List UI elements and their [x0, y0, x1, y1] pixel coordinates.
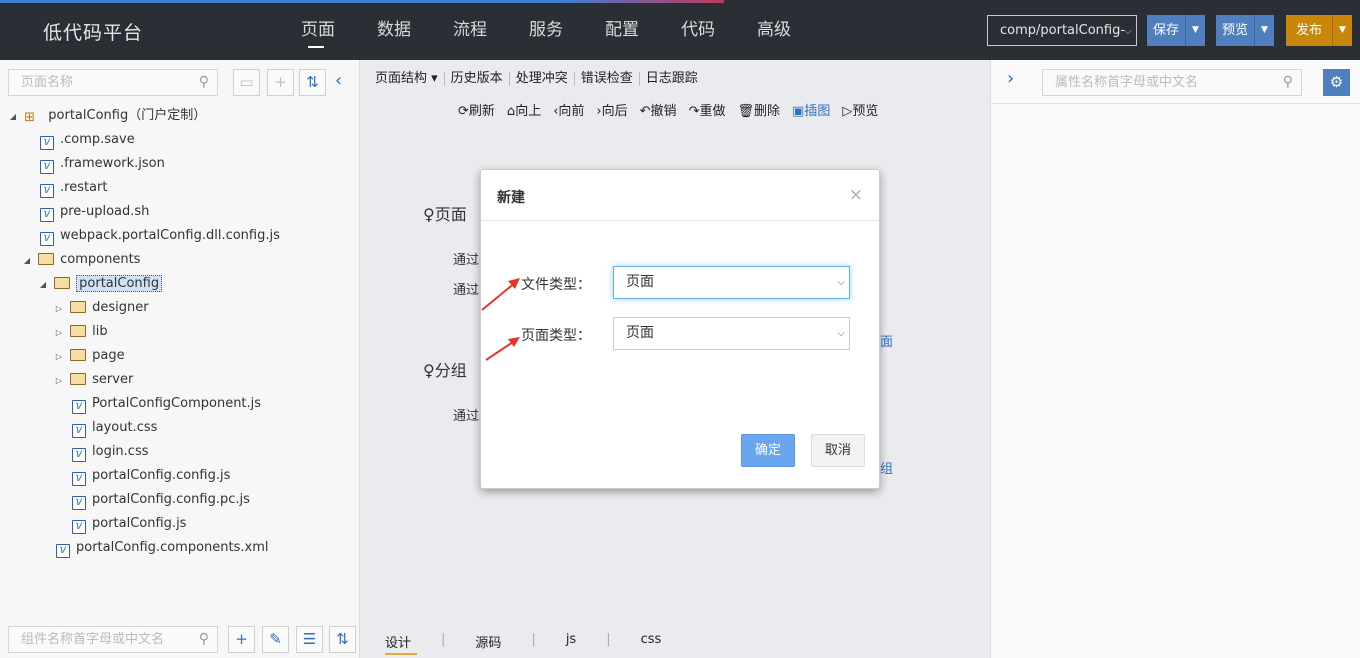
page-type-select[interactable]: 页面 ⌵ — [613, 317, 850, 350]
annotation-arrow-head — [508, 337, 520, 347]
chevron-down-icon: ⌵ — [837, 277, 845, 288]
new-file-dialog: 新建 × 文件类型： 页面 ⌵ 页面类型： 页面 ⌵ 确定 取消 — [480, 169, 880, 489]
page-type-label: 页面类型： — [521, 328, 591, 344]
chevron-down-icon: ⌵ — [837, 328, 845, 339]
file-type-value: 页面 — [626, 274, 654, 290]
close-icon[interactable]: × — [849, 185, 863, 205]
dialog-title: 新建 — [497, 190, 525, 206]
file-type-select[interactable]: 页面 ⌵ — [613, 266, 850, 299]
annotation-arrow — [481, 278, 520, 311]
annotation-arrow — [485, 337, 520, 361]
page-type-value: 页面 — [626, 325, 654, 341]
confirm-button[interactable]: 确定 — [741, 434, 795, 467]
dialog-header: 新建 × — [481, 170, 879, 221]
file-type-label: 文件类型： — [521, 277, 591, 293]
cancel-button[interactable]: 取消 — [811, 434, 865, 467]
annotation-arrow-line — [481, 281, 517, 311]
